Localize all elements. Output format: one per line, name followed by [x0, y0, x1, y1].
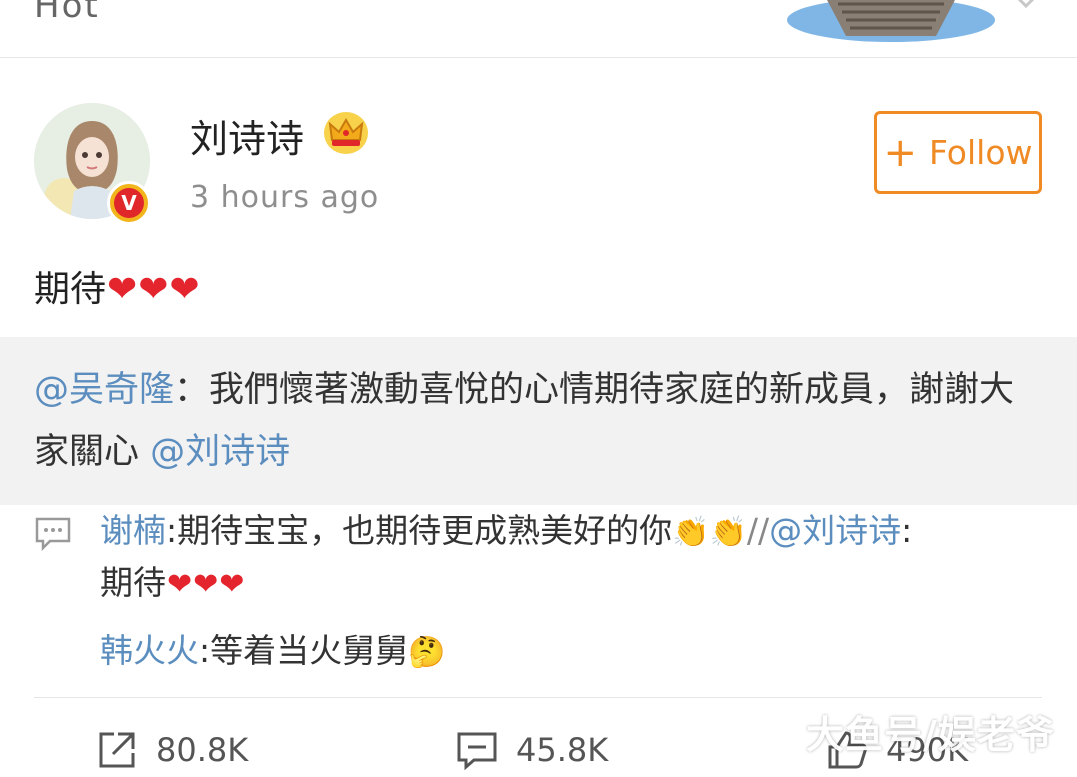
- top-bar: Hot: [0, 0, 1077, 58]
- share-count: 80.8K: [156, 731, 249, 769]
- post-timestamp: 3 hours ago: [190, 180, 380, 215]
- clap-emoji-icon: 👏: [672, 515, 710, 550]
- post-text: 期待: [34, 269, 107, 310]
- author-name[interactable]: 刘诗诗: [190, 108, 304, 163]
- comment-item[interactable]: 谢楠:期待宝宝，也期待更成熟美好的你👏👏//@刘诗诗: 期待❤❤❤: [100, 506, 1050, 610]
- chevron-down-icon[interactable]: [1008, 0, 1044, 14]
- plus-icon: +: [883, 129, 917, 176]
- verified-badge: V: [107, 181, 151, 225]
- comment-bubble-icon: [35, 517, 71, 552]
- comment-text: :期待宝宝，也期待更成熟美好的你: [166, 511, 673, 550]
- comment-icon: [457, 732, 497, 771]
- repost-author-mention[interactable]: @吴奇隆: [34, 370, 174, 410]
- thinking-emoji-icon: 🤔: [408, 635, 446, 670]
- heart-emoji-icon: ❤: [219, 567, 245, 602]
- comment-line: 期待❤❤❤: [100, 558, 1050, 610]
- repost-separator: //: [746, 511, 770, 550]
- comment-repost-mention[interactable]: @刘诗诗: [769, 511, 901, 550]
- post-body: 期待❤❤❤: [34, 260, 200, 312]
- follow-button-label: Follow: [929, 133, 1033, 172]
- comment-text: :等着当火舅舅: [199, 631, 409, 670]
- comment-count: 45.8K: [516, 731, 609, 769]
- heart-emoji-icon: ❤: [167, 567, 193, 602]
- commenter-name[interactable]: 韩火火: [100, 631, 199, 670]
- reposted-content[interactable]: @吴奇隆：我們懷著激動喜悅的心情期待家庭的新成員，謝謝大家關心 @刘诗诗: [0, 337, 1077, 505]
- heart-emoji-icon: ❤: [193, 567, 219, 602]
- share-button[interactable]: 80.8K: [96, 728, 248, 772]
- clap-emoji-icon: 👏: [709, 515, 747, 550]
- commenter-name[interactable]: 谢楠: [100, 511, 166, 550]
- crown-icon: [324, 112, 368, 154]
- comment-item[interactable]: 韩火火:等着当火舅舅🤔: [100, 626, 445, 678]
- heart-emoji-icon: ❤: [138, 269, 169, 310]
- comment-button[interactable]: 45.8K: [456, 728, 608, 772]
- hot-tab-label[interactable]: Hot: [34, 0, 100, 26]
- comment-repost-text: 期待: [100, 563, 166, 602]
- heart-emoji-icon: ❤: [107, 269, 138, 310]
- verified-v-label: V: [114, 188, 144, 218]
- divider: [34, 697, 1042, 698]
- follow-button[interactable]: + Follow: [874, 111, 1042, 194]
- share-icon: [99, 732, 135, 768]
- boat-illustration-icon: [787, 0, 995, 42]
- repost-tail-mention[interactable]: @刘诗诗: [150, 432, 290, 472]
- watermark-text: 大鱼号/娱老爷: [806, 713, 1055, 757]
- repost-text: @吴奇隆：我們懷著激動喜悅的心情期待家庭的新成員，謝謝大家關心 @刘诗诗: [34, 359, 1024, 483]
- comment-repost-colon: :: [901, 511, 913, 550]
- comment-line: 谢楠:期待宝宝，也期待更成熟美好的你👏👏//@刘诗诗:: [100, 506, 1050, 558]
- heart-emoji-icon: ❤: [169, 269, 200, 310]
